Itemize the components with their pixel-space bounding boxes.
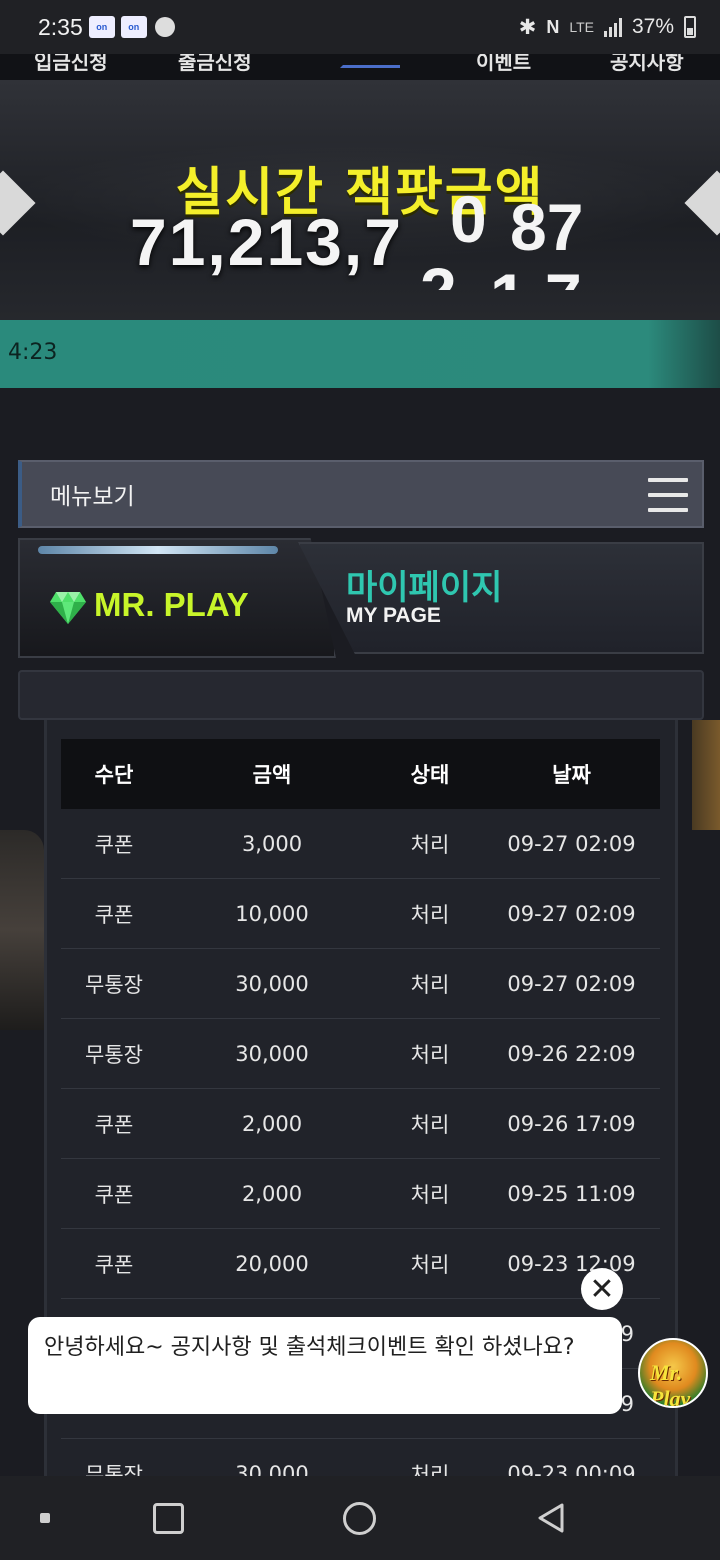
home-button-icon[interactable] <box>343 1502 376 1535</box>
header-date: 날짜 <box>552 763 591 787</box>
cell-amount: 2,000 <box>241 1111 303 1136</box>
cell-amount: 2,000 <box>241 1181 303 1206</box>
cell-date: 09-27 02:09 <box>507 971 636 996</box>
table-row[interactable]: 쿠폰 2,000 처리 09-25 11:09 <box>61 1159 660 1229</box>
cell-method: 쿠폰 <box>94 1182 134 1207</box>
header-method: 수단 <box>94 763 134 787</box>
light-bar <box>38 546 278 554</box>
hamburger-menu-icon[interactable] <box>648 478 688 512</box>
jackpot-rolling-digits: 0 2 87 1,7 <box>420 190 590 290</box>
cell-method: 쿠폰 <box>94 902 134 927</box>
menu-label: 메뉴보기 <box>50 484 135 510</box>
rolling-digit: 0 <box>450 190 487 256</box>
cell-date: 09-26 22:09 <box>507 1041 636 1066</box>
rolling-digit: 2 <box>420 258 457 290</box>
battery-level: 37% <box>631 15 674 38</box>
battery-icon <box>684 16 696 38</box>
status-right: ✱ N LTE 37% <box>519 15 696 40</box>
ticker-text: 4:23 <box>8 340 58 365</box>
status-time: 2:35 <box>38 13 83 40</box>
cell-date: 09-26 17:09 <box>507 1111 636 1136</box>
cell-method: 쿠폰 <box>94 1112 134 1137</box>
back-button-icon[interactable] <box>536 1502 566 1534</box>
cell-method: 쿠폰 <box>94 832 134 857</box>
cell-date: 09-25 11:09 <box>507 1181 636 1206</box>
panel-header <box>18 670 704 720</box>
cell-status: 처리 <box>410 1042 450 1067</box>
side-character-image <box>0 830 44 1030</box>
cell-status: 처리 <box>410 832 450 857</box>
cell-status: 처리 <box>410 972 450 997</box>
notice-ticker: 4:23 <box>0 320 720 388</box>
cell-amount: 30,000 <box>235 1041 309 1066</box>
table-row[interactable]: 무통장 30,000 처리 09-27 02:09 <box>61 949 660 1019</box>
bluetooth-icon: ✱ <box>518 15 537 39</box>
jackpot-amount: 71,213,7 <box>130 205 403 279</box>
table-row[interactable]: 무통장 30,000 처리 09-26 22:09 <box>61 1019 660 1089</box>
nav-deposit[interactable]: 입금신청 <box>34 54 108 75</box>
nav-notice[interactable]: 공지사항 <box>610 54 684 75</box>
diamond-icon <box>50 592 86 624</box>
table-row[interactable]: 쿠폰 10,000 처리 09-27 02:09 <box>61 879 660 949</box>
nav-withdraw[interactable]: 출금신청 <box>178 54 252 75</box>
mypage-header: MR. PLAY 마이페이지 MY PAGE <box>18 538 704 668</box>
cell-amount: 20,000 <box>235 1251 309 1276</box>
table-row[interactable]: 쿠폰 3,000 처리 09-27 02:09 <box>61 809 660 879</box>
rolling-digit: 87 <box>510 190 584 264</box>
nfc-icon: N <box>546 16 560 37</box>
cell-status: 처리 <box>410 902 450 927</box>
system-nav-bar <box>0 1476 720 1560</box>
cell-date: 09-23 12:09 <box>507 1251 636 1276</box>
brand-name: MR. PLAY <box>94 586 249 623</box>
screen: 2:35 on on ✱ N LTE 37% 입금신청 출금신청 이벤트 공지사… <box>0 0 720 1560</box>
cell-amount: 30,000 <box>235 971 309 996</box>
menu-bar[interactable]: 메뉴보기 <box>18 460 704 528</box>
network-type: LTE <box>569 19 594 35</box>
cell-date: 09-27 02:09 <box>507 901 636 926</box>
status-bar: 2:35 on on ✱ N LTE 37% <box>0 0 720 54</box>
site-logo[interactable] <box>340 54 400 68</box>
notification-icon: on <box>120 16 147 38</box>
cell-method: 쿠폰 <box>94 1252 134 1277</box>
chat-close-button[interactable]: ✕ <box>581 1268 623 1310</box>
header-amount: 금액 <box>252 763 292 787</box>
chat-message-bubble[interactable]: 안녕하세요~ 공지사항 및 출석체크이벤트 확인 하셨나요? <box>28 1317 622 1414</box>
table-header: 수단 금액 상태 날짜 <box>61 739 660 809</box>
overview-button-icon[interactable] <box>153 1503 184 1534</box>
nav-event[interactable]: 이벤트 <box>476 54 531 75</box>
cell-method: 무통장 <box>85 972 143 997</box>
chat-avatar[interactable]: Mr. Play <box>638 1338 708 1408</box>
cell-status: 처리 <box>410 1252 450 1277</box>
recents-dot-icon[interactable] <box>40 1513 50 1523</box>
table-row[interactable]: 쿠폰 20,000 처리 09-23 12:09 <box>61 1229 660 1299</box>
cell-amount: 3,000 <box>241 831 303 856</box>
header-status: 상태 <box>410 763 450 787</box>
signal-icon <box>603 17 622 37</box>
notification-icon: on <box>88 16 115 38</box>
cell-status: 처리 <box>410 1112 450 1137</box>
cell-amount: 10,000 <box>235 901 309 926</box>
rolling-digit: 1,7 <box>490 264 582 290</box>
side-decoration-image <box>692 720 720 830</box>
jackpot-banner: 실시간 잭팟금액 71,213,7 0 2 87 1,7 <box>0 80 720 320</box>
table-row[interactable]: 쿠폰 2,000 처리 09-26 17:09 <box>61 1089 660 1159</box>
page-subtitle: MY PAGE <box>346 604 441 627</box>
cell-date: 09-27 02:09 <box>507 831 636 856</box>
cell-method: 무통장 <box>85 1042 143 1067</box>
top-nav: 입금신청 출금신청 이벤트 공지사항 <box>0 54 720 80</box>
page-title: 마이페이지 <box>346 568 503 608</box>
cell-status: 처리 <box>410 1182 450 1207</box>
chat-notification-icon <box>154 17 175 37</box>
avatar-logo-text: Mr. Play <box>650 1360 691 1408</box>
